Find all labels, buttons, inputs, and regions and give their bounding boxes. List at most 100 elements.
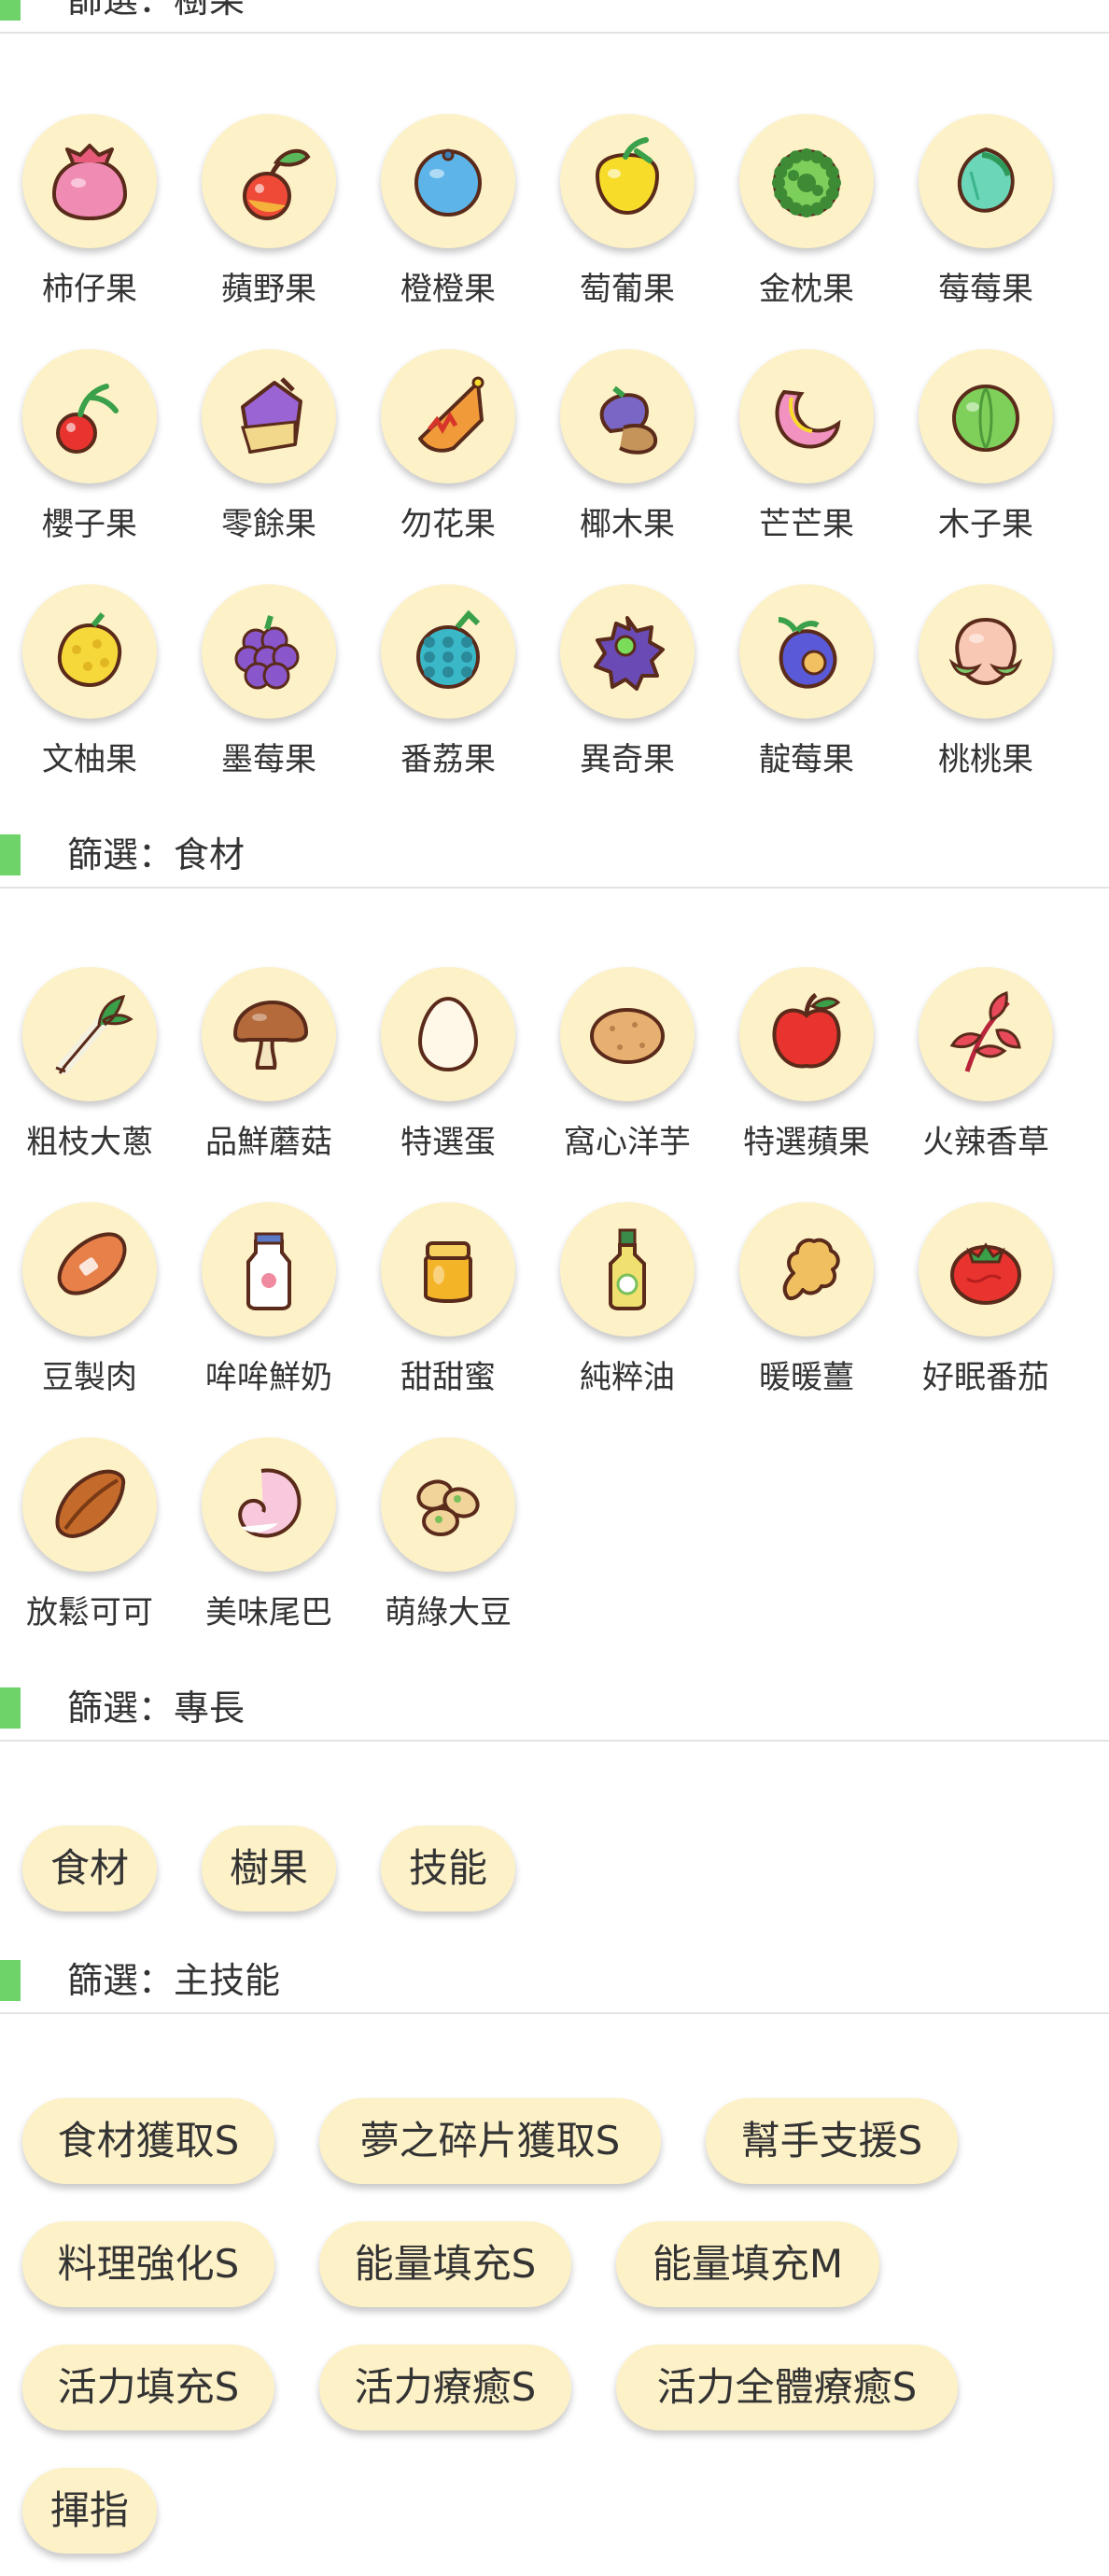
berry-filter-item[interactable]: 櫻子果 (0, 349, 179, 573)
berry-label: 萄葡果 (580, 271, 675, 308)
ingredient-icon-button[interactable] (22, 1202, 157, 1337)
section-accent-bar (0, 834, 21, 875)
berry-icon-button[interactable] (919, 349, 1053, 483)
berry-icon-button[interactable] (739, 114, 874, 248)
berry-icon-button[interactable] (22, 584, 157, 719)
berry-icon-button[interactable] (919, 114, 1053, 248)
berry-label: 橙橙果 (400, 271, 496, 308)
ingredient-icon-button[interactable] (22, 967, 157, 1101)
ingredient-icon-button[interactable] (919, 1202, 1053, 1337)
ingredient-icon-button[interactable] (381, 967, 515, 1101)
berry-icon-button[interactable] (560, 114, 695, 248)
berry-icon-button[interactable] (202, 584, 336, 719)
ingredient-filter-item[interactable]: 甜甜蜜 (358, 1202, 538, 1426)
berry-icon-button[interactable] (560, 584, 695, 719)
filter-chip[interactable]: 食材 (22, 1826, 157, 1911)
figy-berry-icon (418, 376, 484, 453)
ingredient-filter-item[interactable]: 粗枝大蔥 (0, 967, 179, 1191)
rawst-berry-icon (957, 147, 1015, 213)
berry-icon-button[interactable] (202, 349, 336, 483)
filter-chip[interactable]: 能量填充S (319, 2221, 571, 2307)
berry-icon-button[interactable] (202, 114, 336, 248)
mago-berry-icon (775, 389, 841, 449)
ingredient-filter-item[interactable]: 特選蛋 (358, 967, 538, 1191)
berry-icon-button[interactable] (739, 584, 874, 719)
ingredient-filter-item[interactable]: 好眠番茄 (896, 1202, 1075, 1426)
berry-filter-item[interactable]: 墨莓果 (179, 584, 358, 808)
sitrus-berry-icon (57, 612, 122, 688)
leppa-berry-icon (241, 377, 302, 454)
berry-icon-button[interactable] (381, 114, 515, 248)
berry-filter-item[interactable]: 蘋野果 (179, 114, 358, 338)
ingredient-icon-button[interactable] (202, 967, 336, 1101)
ingredient-filter-item[interactable]: 放鬆可可 (0, 1437, 179, 1661)
berry-label: 靛莓果 (759, 741, 854, 778)
berry-label: 勿花果 (400, 506, 496, 543)
ingredient-icon-button[interactable] (560, 967, 695, 1101)
ingredient-label: 窩心洋芋 (564, 1124, 691, 1161)
berry-icon-button[interactable] (560, 349, 695, 483)
cheri-berry-icon (243, 148, 311, 220)
berry-filter-item[interactable]: 零餘果 (179, 349, 358, 573)
berry-filter-item[interactable]: 椰木果 (538, 349, 717, 573)
egg-icon (417, 996, 479, 1072)
ingredient-icon-button[interactable] (739, 967, 874, 1101)
ingredient-icon-button[interactable] (381, 1437, 515, 1572)
berry-filter-item[interactable]: 桃桃果 (896, 584, 1075, 808)
ingredient-icon-button[interactable] (919, 967, 1053, 1101)
ingredient-filter-item[interactable]: 窩心洋芋 (538, 967, 717, 1191)
berry-filter-item[interactable]: 莓莓果 (896, 114, 1075, 338)
berry-filter-item[interactable]: 柿仔果 (0, 114, 179, 338)
filter-chip[interactable]: 活力填充S (22, 2345, 274, 2430)
berry-icon-button[interactable] (381, 349, 515, 483)
berry-filter-item[interactable]: 勿花果 (358, 349, 538, 573)
filter-chip[interactable]: 幫手支援S (706, 2098, 958, 2184)
specialty-section-header: 篩選：專長 (0, 1674, 1109, 1742)
berry-label: 番荔果 (400, 741, 496, 778)
berry-filter-item[interactable]: 芒芒果 (717, 349, 896, 573)
berry-filter-item[interactable]: 橙橙果 (358, 114, 538, 338)
berry-icon-button[interactable] (22, 349, 157, 483)
berry-icon-button[interactable] (381, 584, 515, 719)
berry-filter-item[interactable]: 靛莓果 (717, 584, 896, 808)
berry-filter-item[interactable]: 萄葡果 (538, 114, 717, 338)
ingredient-filter-item[interactable]: 哞哞鮮奶 (179, 1202, 358, 1426)
persim-berry-icon (51, 144, 128, 221)
filter-chip[interactable]: 活力療癒S (319, 2345, 571, 2430)
berry-filter-item[interactable]: 文柚果 (0, 584, 179, 808)
berry-filter-item[interactable]: 番荔果 (358, 584, 538, 808)
grepa-berry-icon (595, 137, 660, 216)
section-accent-bar (0, 1960, 21, 2001)
filter-chip[interactable]: 樹果 (202, 1826, 336, 1911)
filter-chip[interactable]: 技能 (381, 1826, 515, 1911)
ingredient-filter-item[interactable]: 暖暖薑 (717, 1202, 896, 1426)
filter-chip[interactable]: 食材獲取S (22, 2098, 274, 2184)
ingredient-filter-item[interactable]: 美味尾巴 (179, 1437, 358, 1661)
filter-chip[interactable]: 揮指 (22, 2468, 157, 2554)
ingredient-filter-item[interactable]: 豆製肉 (0, 1202, 179, 1426)
filter-chip[interactable]: 活力全體療癒S (616, 2345, 958, 2430)
potato-icon (590, 1008, 665, 1064)
filter-chip[interactable]: 料理強化S (22, 2221, 274, 2307)
ingredient-filter-item[interactable]: 特選蘋果 (717, 967, 896, 1191)
filter-chip[interactable]: 夢之碎片獲取S (319, 2098, 661, 2184)
berry-filter-item[interactable]: 異奇果 (538, 584, 717, 808)
filter-chip[interactable]: 能量填充M (616, 2221, 879, 2307)
ingredient-filter-item[interactable]: 純粹油 (538, 1202, 717, 1426)
ingredient-filter-item[interactable]: 萌綠大豆 (358, 1437, 538, 1661)
berry-icon-button[interactable] (919, 584, 1053, 719)
ingredient-label: 粗枝大蔥 (26, 1124, 153, 1161)
berry-icon-button[interactable] (739, 349, 874, 483)
berry-icon-button[interactable] (22, 114, 157, 248)
ingredient-icon-button[interactable] (381, 1202, 515, 1337)
berry-filter-item[interactable]: 金枕果 (717, 114, 896, 338)
ingredient-icon-button[interactable] (202, 1202, 336, 1337)
ingredient-icon-button[interactable] (22, 1437, 157, 1572)
ingredient-filter-item[interactable]: 火辣香草 (896, 967, 1075, 1191)
berry-filter-item[interactable]: 木子果 (896, 349, 1075, 573)
ingredient-icon-button[interactable] (202, 1437, 336, 1572)
rindo-berry-icon (416, 609, 481, 689)
ingredient-filter-item[interactable]: 品鮮蘑菇 (179, 967, 358, 1191)
ingredient-icon-button[interactable] (560, 1202, 695, 1337)
ingredient-icon-button[interactable] (739, 1202, 874, 1337)
